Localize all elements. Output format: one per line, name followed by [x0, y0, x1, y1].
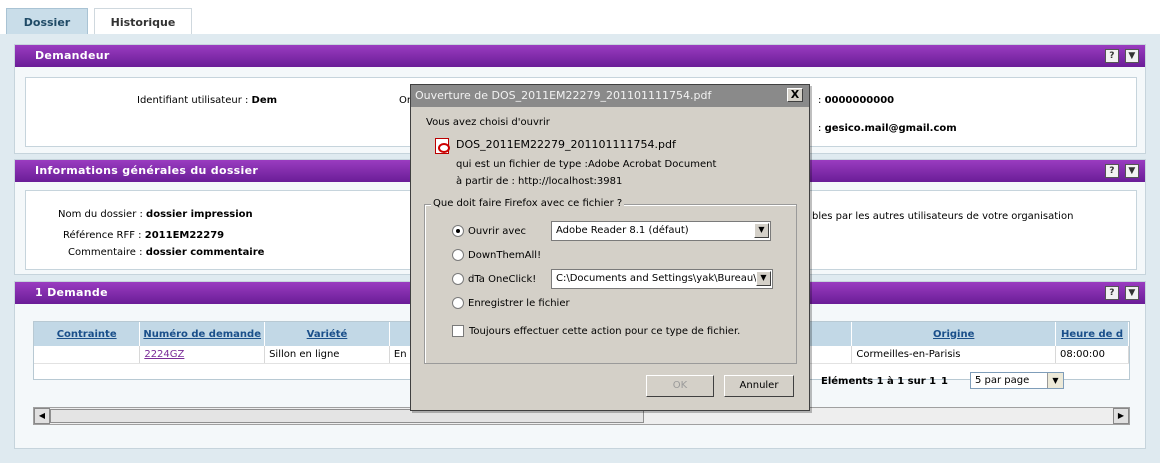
email-field: : gesico.mail@gmail.com [818, 123, 957, 134]
type-label: qui est un fichier de type : [456, 159, 588, 170]
page-number[interactable]: 1 [941, 376, 948, 387]
demandes-title: 1 Demande [35, 286, 108, 299]
col-contrainte[interactable]: Contrainte [34, 322, 141, 346]
from-label: à partir de : [456, 176, 515, 187]
action-groupbox: Que doit faire Firefox avec ce fichier ?… [424, 198, 797, 364]
open-file-dialog: Ouverture de DOS_2011EM22279_20110111175… [410, 84, 810, 411]
dta-path-value: C:\Documents and Settings\yak\Bureau\ [556, 273, 757, 284]
collapse-button[interactable]: ▼ [1125, 286, 1139, 300]
scroll-right-icon[interactable]: ▶ [1113, 408, 1129, 424]
scrollbar-thumb[interactable] [50, 409, 644, 423]
tab-historique[interactable]: Historique [94, 8, 192, 34]
commentaire-field: Commentaire : dossier commentaire [68, 247, 265, 258]
radio-open-with[interactable] [452, 225, 464, 237]
tab-dossier[interactable]: Dossier [6, 8, 88, 34]
nom-field: Nom du dossier : dossier impression [58, 209, 253, 220]
close-button[interactable]: X [787, 88, 803, 102]
chevron-down-icon: ▼ [754, 223, 769, 238]
identifiant-value: Dem [251, 95, 278, 106]
email-value: gesico.mail@gmail.com [824, 123, 957, 134]
phone-field: : 0000000000 [818, 95, 895, 106]
commentaire-value: dossier commentaire [145, 247, 265, 258]
dialog-title: Ouverture de DOS_2011EM22279_20110111175… [415, 89, 712, 102]
help-button[interactable]: ? [1105, 49, 1119, 63]
identifiant-label: Identifiant utilisateur : Dem [137, 95, 278, 106]
nom-value: dossier impression [146, 209, 253, 220]
ref-value: 2011EM22279 [144, 230, 225, 241]
type-value: Adobe Acrobat Document [588, 159, 717, 170]
col-heure[interactable]: Heure de d [1055, 322, 1129, 346]
cell-variete: Sillon en ligne [264, 346, 390, 364]
collapse-button[interactable]: ▼ [1125, 164, 1139, 178]
numero-link[interactable]: 2224GZ [144, 349, 184, 360]
dta-oneclick-label[interactable]: dTa OneClick! [468, 274, 536, 285]
demandeur-title: Demandeur [35, 49, 110, 62]
dialog-titlebar: Ouverture de DOS_2011EM22279_20110111175… [411, 85, 809, 107]
cell-origine: Cormeilles-en-Parisis [851, 346, 1057, 364]
dta-path-select[interactable]: C:\Documents and Settings\yak\Bureau\ ▼ [551, 269, 773, 289]
col-numero[interactable]: Numéro de demande [139, 322, 266, 346]
group-title: Que doit faire Firefox avec ce fichier ? [431, 198, 625, 209]
save-file-label[interactable]: Enregistrer le fichier [468, 298, 570, 309]
radio-dta-oneclick[interactable] [452, 273, 464, 285]
cancel-button[interactable]: Annuler [724, 375, 794, 397]
downthemall-label[interactable]: DownThemAll! [468, 250, 541, 261]
col-origine[interactable]: Origine [851, 322, 1057, 346]
help-button[interactable]: ? [1105, 164, 1119, 178]
radio-downthemall[interactable] [452, 249, 464, 261]
radio-save-file[interactable] [452, 297, 464, 309]
ref-field: Référence RFF : 2011EM22279 [63, 230, 225, 241]
open-with-label[interactable]: Ouvrir avec [468, 226, 526, 237]
open-app-select[interactable]: Adobe Reader 8.1 (défaut) ▼ [551, 221, 771, 241]
infos-title: Informations générales du dossier [35, 164, 259, 177]
tab-bar: Dossier Historique [0, 0, 1160, 34]
cell-contrainte [34, 346, 141, 364]
pager-text: Eléments 1 à 1 sur 1 [821, 376, 937, 387]
cell-heure: 08:00:00 [1055, 346, 1129, 364]
cell-numero: 2224GZ [139, 346, 266, 364]
from-value: http://localhost:3981 [518, 176, 623, 187]
open-app-value: Adobe Reader 8.1 (défaut) [556, 225, 689, 236]
phone-value: 0000000000 [824, 95, 895, 106]
col-variete[interactable]: Variété [264, 322, 390, 346]
per-page-value: 5 par page [975, 375, 1030, 386]
per-page-select[interactable]: 5 par page ▼ [970, 372, 1064, 389]
demandeur-header: Demandeur ? ▼ [15, 45, 1145, 67]
always-label[interactable]: Toujours effectuer cette action pour ce … [469, 326, 740, 337]
help-button[interactable]: ? [1105, 286, 1119, 300]
ok-button[interactable]: OK [646, 375, 714, 397]
visibility-text: bles par les autres utilisateurs de votr… [812, 211, 1074, 222]
dialog-filename: DOS_2011EM22279_201101111754.pdf [456, 138, 676, 151]
always-checkbox[interactable] [452, 325, 464, 337]
chevron-down-icon: ▼ [1047, 373, 1063, 388]
collapse-button[interactable]: ▼ [1125, 49, 1139, 63]
scroll-left-icon[interactable]: ◀ [34, 408, 50, 424]
dialog-intro: Vous avez choisi d'ouvrir [426, 117, 550, 128]
pdf-file-icon [435, 138, 450, 154]
chevron-down-icon: ▼ [756, 271, 771, 286]
